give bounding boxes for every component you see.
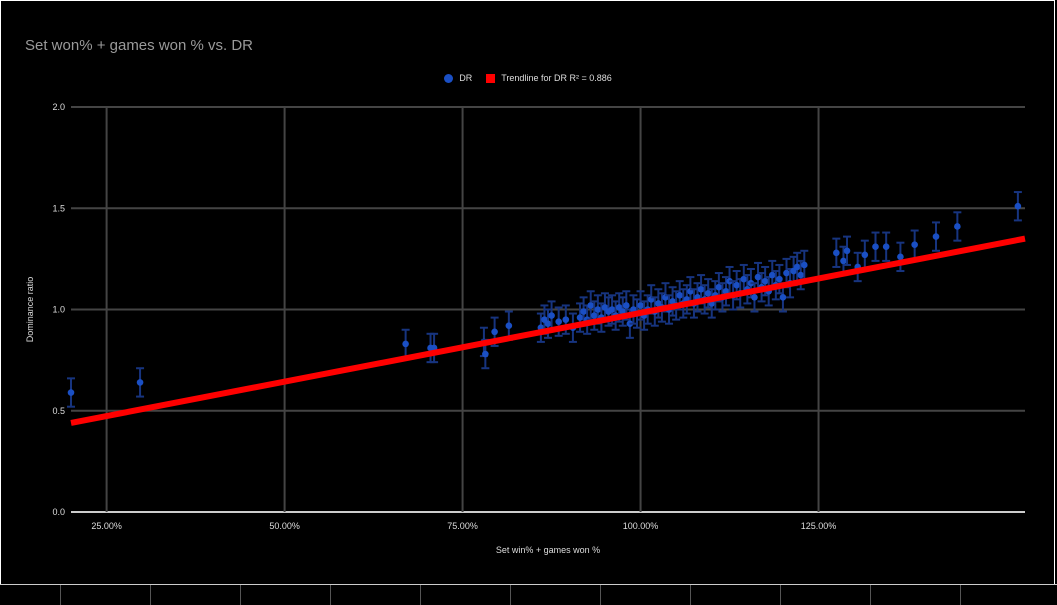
strip-divider [780, 585, 781, 605]
strip-divider [960, 585, 961, 605]
data-point [754, 273, 762, 281]
data-point [861, 251, 869, 259]
x-tick-label: 100.00% [623, 521, 659, 531]
data-point [676, 292, 684, 299]
data-point [608, 306, 616, 313]
data-point [555, 318, 562, 325]
data-point [402, 340, 409, 348]
y-tick-label: 1.5 [52, 203, 65, 213]
data-point [932, 233, 940, 240]
data-point [623, 302, 630, 309]
trendline [70, 235, 1026, 426]
data-point [704, 290, 712, 297]
data-point [544, 320, 552, 327]
strip-divider [510, 585, 511, 605]
data-point [590, 312, 598, 319]
strip-divider [690, 585, 691, 605]
strip-divider [420, 585, 421, 605]
data-point [594, 306, 602, 313]
strip-divider [330, 585, 331, 605]
data-point [733, 281, 740, 289]
data-point [843, 247, 851, 255]
data-point [761, 277, 769, 285]
data-point [637, 302, 644, 309]
data-point [697, 285, 705, 293]
strip-divider [600, 585, 601, 605]
data-point [482, 350, 489, 358]
data-point [783, 269, 790, 277]
data-point [740, 275, 748, 283]
x-tick-label: 50.00% [269, 521, 300, 531]
data-point [505, 322, 513, 330]
data-point [776, 275, 783, 283]
data-point [587, 302, 595, 309]
strip-divider [150, 585, 151, 605]
strip-divider [240, 585, 241, 605]
data-point [872, 243, 879, 251]
data-point [715, 283, 723, 291]
data-point [833, 249, 840, 257]
strip-divider [870, 585, 871, 605]
y-axis-title: Dominance ratio [25, 277, 35, 343]
strip-divider [60, 585, 61, 605]
x-tick-label: 125.00% [801, 521, 837, 531]
data-point [800, 261, 808, 269]
data-point [882, 243, 890, 251]
data-point [768, 271, 776, 279]
chart-area: Set won% + games won % vs. DR DR Trendli… [3, 3, 1053, 581]
x-tick-label: 25.00% [91, 521, 122, 531]
data-point [67, 389, 75, 396]
y-tick-label: 2.0 [52, 102, 65, 112]
data-point [576, 314, 584, 321]
y-tick-label: 0.5 [52, 406, 65, 416]
data-point [136, 379, 144, 386]
data-point [562, 316, 570, 323]
data-point [580, 308, 587, 315]
data-point [491, 328, 498, 336]
data-point [779, 294, 787, 301]
data-point [793, 263, 801, 271]
data-point [1014, 202, 1022, 210]
data-point [548, 312, 555, 319]
data-point [797, 271, 805, 279]
scatter-plot: 0.0 0.5 1.0 1.5 2.0 25.00% 50.00% 75.00% 100.00%… [25, 102, 1026, 555]
bottom-strip [0, 584, 1057, 605]
data-point [840, 257, 847, 265]
x-axis-title: Set win% + games won % [496, 545, 600, 555]
x-tick-label: 75.00% [447, 521, 478, 531]
data-point [751, 294, 758, 301]
data-point [911, 241, 918, 248]
y-tick-label: 1.0 [52, 305, 65, 315]
data-point [897, 253, 904, 261]
y-tick-label: 0.0 [52, 507, 65, 517]
data-point [954, 223, 961, 230]
